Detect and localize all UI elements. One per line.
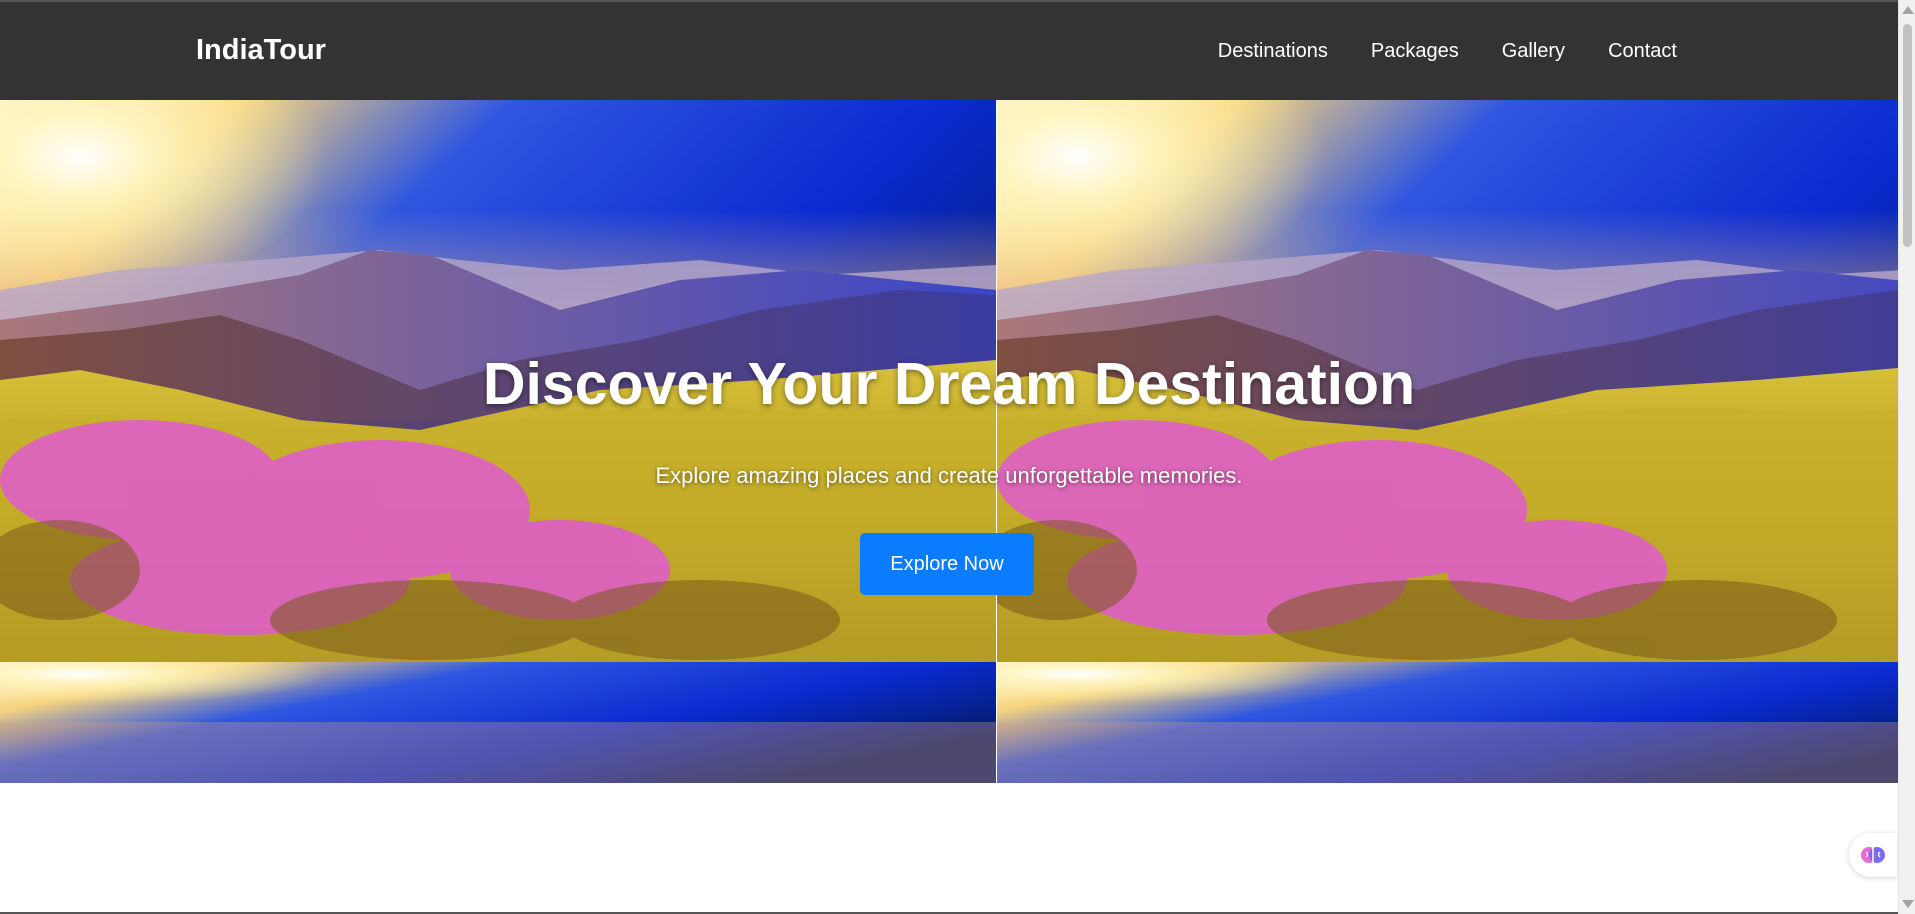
nav-link-contact[interactable]: Contact <box>1608 40 1677 63</box>
nav-link-gallery[interactable]: Gallery <box>1502 40 1565 63</box>
scrollbar-thumb[interactable] <box>1903 24 1912 247</box>
scroll-down-arrow-icon[interactable] <box>1902 900 1914 908</box>
nav-link-destinations[interactable]: Destinations <box>1218 40 1328 63</box>
explore-now-button[interactable]: Explore Now <box>860 533 1034 595</box>
page: IndiaTour Destinations Packages Gallery … <box>0 0 1898 914</box>
hero-subtitle: Explore amazing places and create unforg… <box>655 463 1243 488</box>
site-logo[interactable]: IndiaTour <box>196 34 326 67</box>
hero-title: Discover Your Dream Destination <box>482 351 1416 417</box>
main-nav: Destinations Packages Gallery Contact <box>1218 40 1677 63</box>
brain-icon <box>1861 847 1885 863</box>
scroll-up-arrow-icon[interactable] <box>1902 6 1914 14</box>
hero-section: Discover Your Dream Destination Explore … <box>0 100 1898 783</box>
assistant-widget-button[interactable] <box>1849 833 1897 877</box>
vertical-scrollbar[interactable] <box>1898 0 1915 914</box>
site-header: IndiaTour Destinations Packages Gallery … <box>0 0 1898 100</box>
hero-content: Discover Your Dream Destination Explore … <box>0 100 1898 783</box>
nav-link-packages[interactable]: Packages <box>1371 40 1459 63</box>
